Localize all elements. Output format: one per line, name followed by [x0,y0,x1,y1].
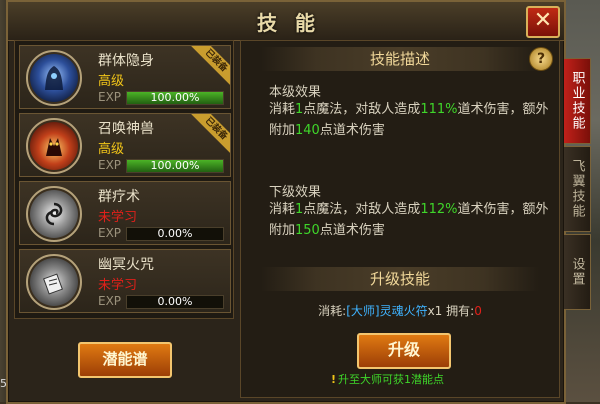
tab-class-skills[interactable]: 职业技能 [564,58,591,144]
next-effect-title: 下级效果 [269,185,322,200]
current-effect-text: 消耗1点魔法，对敌人造成111%道术伤害，额外附加140点道术伤害 [269,102,549,138]
upgrade-item-link[interactable]: [大师]灵魂火符 [346,304,427,318]
skill-list: 群体隐身 高级 EXP 100.00% 已装备 召唤神兽 高级 EXP 100.… [14,40,234,319]
skill-level: 未学习 [98,278,138,293]
tab-settings[interactable]: 设置 [564,234,591,310]
tab-wing-skills[interactable]: 飞翼技能 [564,146,591,232]
skill-item-group-heal[interactable]: 群疗术 未学习 EXP 0.00% [19,181,231,245]
exp-label: EXP [98,226,122,240]
window-titlebar: 技能 ✕ [8,2,564,41]
skill-name: 召唤神兽 [98,121,154,137]
exp-bar: 100.00% [126,159,224,173]
window-title: 技能 [257,10,333,35]
skill-description-panel: 技能描述 ? 本级效果 消耗1点魔法，对敌人造成111%道术伤害，额外附加140… [240,40,560,398]
group-heal-icon [26,186,82,242]
description-header: 技能描述 [261,47,539,71]
exp-value: 100.00% [150,91,200,104]
exp-label: EXP [98,294,122,308]
skill-name: 群疗术 [98,189,140,205]
exp-value: 0.00% [157,227,193,240]
owned-count: 0 [474,304,482,318]
exp-value: 100.00% [150,159,200,172]
potential-chart-button[interactable]: 潜能谱 [78,342,172,378]
exp-value: 0.00% [157,295,193,308]
help-icon[interactable]: ? [529,47,553,71]
upgrade-header: 升级技能 [261,267,539,291]
skill-item-stealth[interactable]: 群体隐身 高级 EXP 100.00% 已装备 [19,45,231,109]
summon-beast-icon [26,118,82,174]
exp-bar: 0.00% [126,227,224,241]
upgrade-cost: 消耗:[大师]灵魂火符x1 拥有:0 [318,304,482,318]
skill-level: 未学习 [98,210,138,225]
stealth-icon [26,50,82,106]
soul-fire-talisman-icon [26,254,82,310]
skill-name: 群体隐身 [98,53,154,69]
skills-window: 技能 ✕ 群体隐身 高级 EXP 100.00% 已装备 召唤神兽 高级 EXP… [6,0,566,404]
equipped-badge: 已装备 [191,46,230,86]
equipped-badge: 已装备 [191,114,230,154]
upgrade-tip: ! 升至大师可获1潜能点 [331,373,445,386]
exp-bar: 0.00% [126,295,224,309]
skill-level: 高级 [98,74,125,89]
skill-name: 幽冥火咒 [98,257,154,273]
close-icon: ✕ [533,8,553,33]
current-effect-title: 本级效果 [269,85,322,100]
skill-item-summon-beast[interactable]: 召唤神兽 高级 EXP 100.00% 已装备 [19,113,231,177]
exp-bar: 100.00% [126,91,224,105]
upgrade-button[interactable]: 升级 [357,333,451,369]
exclamation-icon: ! [331,373,337,386]
skill-level: 高级 [98,142,125,157]
exp-label: EXP [98,158,122,172]
skill-item-soul-fire-talisman[interactable]: 幽冥火咒 未学习 EXP 0.00% [19,249,231,313]
next-effect-text: 消耗1点魔法，对敌人造成112%道术伤害，额外附加150点道术伤害 [269,202,549,238]
close-button[interactable]: ✕ [526,6,560,38]
exp-label: EXP [98,90,122,104]
